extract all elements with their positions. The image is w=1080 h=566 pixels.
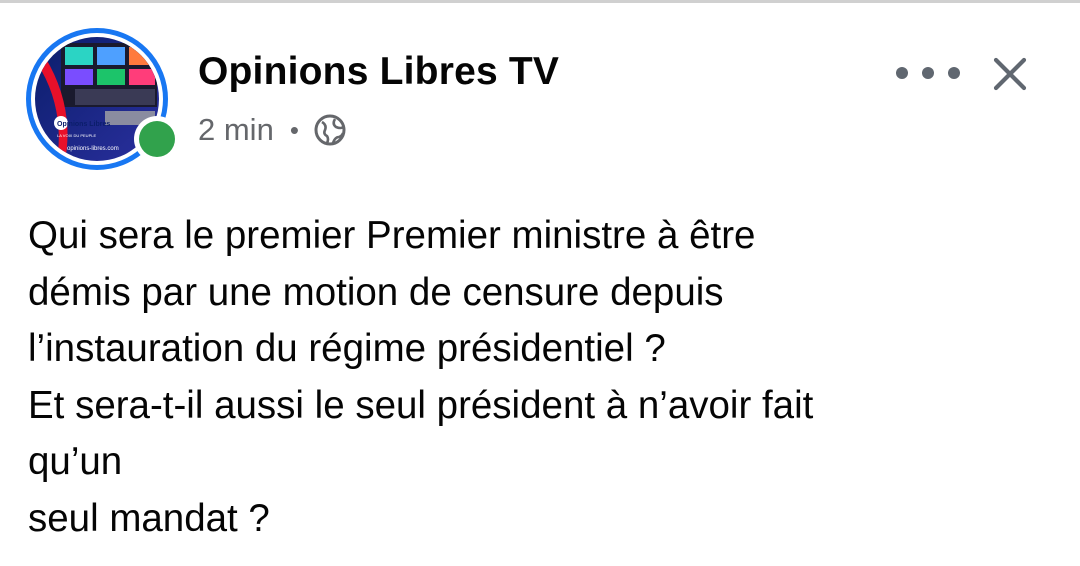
facebook-post: Opinions Libres LA VOIX DU PEUPLE opinio… xyxy=(0,0,1080,566)
post-message: Qui sera le premier Premier ministre à ê… xyxy=(28,208,1058,547)
post-timestamp[interactable]: 2 min xyxy=(198,112,274,148)
more-dot xyxy=(896,67,908,79)
page-name-link[interactable]: Opinions Libres TV xyxy=(198,50,559,94)
post-text-line: l’instauration du régime présidentiel ? xyxy=(28,327,666,370)
post-meta: 2 min • xyxy=(198,110,347,150)
more-dot xyxy=(922,67,934,79)
more-dot xyxy=(948,67,960,79)
more-options-icon[interactable] xyxy=(896,58,960,88)
post-text-line: Et sera-t-il aussi le seul président à n… xyxy=(28,383,814,427)
post-text-line: démis par une motion de censure depuis xyxy=(28,270,724,314)
avatar-website: opinions-libres.com xyxy=(67,146,119,152)
globe-icon[interactable] xyxy=(313,113,347,147)
page-avatar[interactable]: Opinions Libres LA VOIX DU PEUPLE opinio… xyxy=(26,28,180,178)
close-icon[interactable] xyxy=(988,52,1032,96)
avatar-logo-text: Opinions Libres xyxy=(57,121,110,128)
post-text-line: Qui sera le premier Premier ministre à ê… xyxy=(28,214,756,257)
meta-separator: • xyxy=(289,114,299,145)
post-text-line: seul mandat ? xyxy=(28,496,270,540)
avatar-tagline: LA VOIX DU PEUPLE xyxy=(57,133,96,138)
online-status-indicator xyxy=(134,116,180,162)
post-text-line: qu’un xyxy=(28,440,123,483)
